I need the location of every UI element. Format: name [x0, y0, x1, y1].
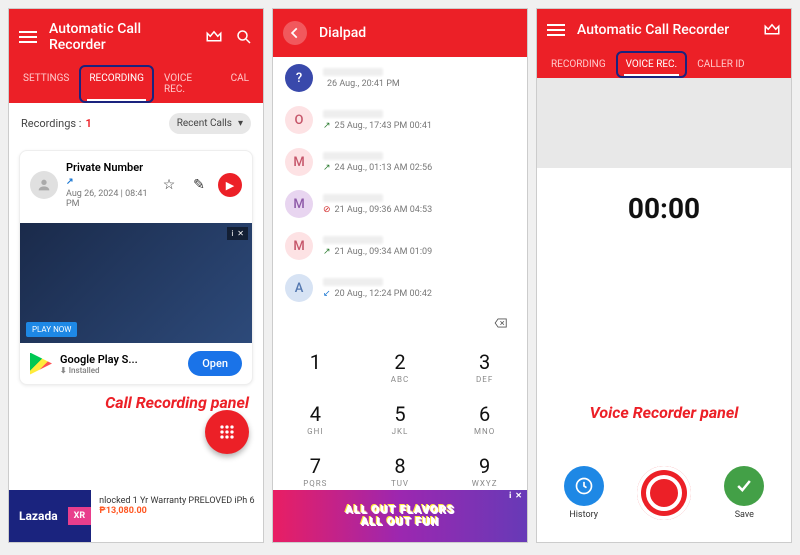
- crown-icon[interactable]: [205, 28, 223, 46]
- record-button[interactable]: [637, 466, 691, 520]
- contact-name-blurred: [323, 152, 383, 160]
- tab-recording-3[interactable]: RECORDING: [541, 51, 616, 78]
- recording-card: Private Number ↗ Aug 26, 2024 | 08:41 PM…: [19, 150, 253, 385]
- crown-icon[interactable]: [763, 21, 781, 39]
- key-5[interactable]: 5JKL: [358, 392, 443, 444]
- call-row[interactable]: M ↗21 Aug., 09:34 AM 01:09: [273, 225, 527, 267]
- call-meta: ↙20 Aug., 12:24 PM 00:42: [323, 289, 515, 299]
- app-title-3: Automatic Call Recorder: [577, 22, 751, 38]
- menu-icon[interactable]: [19, 31, 37, 43]
- contact-name-blurred: [323, 110, 383, 118]
- google-play-icon: [30, 353, 52, 375]
- recordings-count: 1: [85, 117, 91, 130]
- waveform-area: [537, 78, 791, 168]
- contact-avatar: M: [285, 190, 313, 218]
- ad-banner-image[interactable]: i✕ PLAY NOW: [20, 223, 252, 343]
- contact-name-blurred: [323, 194, 383, 202]
- contact-avatar: A: [285, 274, 313, 302]
- call-row[interactable]: ? 26 Aug., 20:41 PM: [273, 57, 527, 99]
- key-6[interactable]: 6MNO: [442, 392, 527, 444]
- panel-call-recording: Automatic Call Recorder SETTINGS RECORDI…: [8, 8, 264, 543]
- backspace-icon[interactable]: [491, 315, 511, 334]
- tab-caller[interactable]: CAL: [221, 65, 259, 103]
- key-1[interactable]: 1: [273, 340, 358, 392]
- bottom-ad-banner[interactable]: Lazada XR nlocked 1 Yr Warranty PRELOVED…: [9, 490, 263, 542]
- tab-bar: SETTINGS RECORDING VOICE REC. CAL: [9, 65, 263, 103]
- app-header: Automatic Call Recorder: [9, 9, 263, 65]
- caller-name: Private Number ↗: [66, 161, 150, 187]
- ad-close-icon[interactable]: ✕: [237, 229, 244, 238]
- tab-voice-rec[interactable]: VOICE REC.: [154, 65, 221, 103]
- filter-dropdown[interactable]: Recent Calls ▾: [169, 113, 251, 134]
- search-icon[interactable]: [235, 28, 253, 46]
- chevron-down-icon: ▾: [238, 118, 243, 129]
- call-row[interactable]: A ↙20 Aug., 12:24 PM 00:42: [273, 267, 527, 309]
- contact-name-blurred: [323, 236, 383, 244]
- call-row[interactable]: M ⊘21 Aug., 09:36 AM 04:53: [273, 183, 527, 225]
- key-8[interactable]: 8TUV: [358, 444, 443, 496]
- call-meta: 26 Aug., 20:41 PM: [323, 79, 515, 89]
- key-9[interactable]: 9WXYZ: [442, 444, 527, 496]
- annotation-label-3: Voice Recorder panel: [537, 403, 791, 422]
- key-2[interactable]: 2ABC: [358, 340, 443, 392]
- tab-voice-rec-3[interactable]: VOICE REC.: [616, 51, 688, 78]
- filter-label: Recent Calls: [177, 118, 232, 129]
- contact-avatar: ?: [285, 64, 313, 92]
- key-3[interactable]: 3DEF: [442, 340, 527, 392]
- avatar-icon: [30, 171, 58, 199]
- recording-entry[interactable]: Private Number ↗ Aug 26, 2024 | 08:41 PM…: [20, 151, 252, 219]
- back-button[interactable]: [283, 21, 307, 45]
- open-button[interactable]: Open: [188, 351, 242, 376]
- call-meta: ↗25 Aug., 17:43 PM 00:41: [323, 121, 515, 131]
- tab-recording[interactable]: RECORDING: [79, 65, 154, 103]
- timer-display: 00:00: [537, 192, 791, 225]
- key-4[interactable]: 4GHI: [273, 392, 358, 444]
- call-row[interactable]: M ↗24 Aug., 01:13 AM 02:56: [273, 141, 527, 183]
- play-button[interactable]: ▶: [218, 173, 242, 197]
- save-button[interactable]: Save: [724, 466, 764, 520]
- contact-avatar: M: [285, 148, 313, 176]
- call-row[interactable]: O ↗25 Aug., 17:43 PM 00:41: [273, 99, 527, 141]
- tab-caller-id-3[interactable]: CALLER ID: [687, 51, 754, 78]
- lazada-logo: Lazada: [9, 509, 68, 523]
- app-header-3: Automatic Call Recorder: [537, 9, 791, 51]
- recordings-label: Recordings :: [21, 117, 81, 130]
- dialpad-fab[interactable]: [205, 410, 249, 454]
- ad-title: Google Play S...: [60, 353, 180, 366]
- dialpad-header: Dialpad: [273, 9, 527, 57]
- dialpad-title: Dialpad: [319, 25, 517, 41]
- contact-name-blurred: [323, 68, 383, 76]
- tab-bar-3: RECORDING VOICE REC. CALLER ID: [537, 51, 791, 78]
- edit-icon[interactable]: ✎: [188, 174, 210, 196]
- panel-dialpad: Dialpad ? 26 Aug., 20:41 PMO ↗25 Aug., 1…: [272, 8, 528, 543]
- tab-settings[interactable]: SETTINGS: [13, 65, 79, 103]
- call-meta: Aug 26, 2024 | 08:41 PM: [66, 189, 150, 209]
- ad-install-row: Google Play S... ⬇ Installed Open: [20, 343, 252, 384]
- ad-sub: ⬇ Installed: [60, 366, 180, 375]
- call-meta: ↗21 Aug., 09:34 AM 01:09: [323, 247, 515, 257]
- star-icon[interactable]: ☆: [158, 174, 180, 196]
- contact-avatar: O: [285, 106, 313, 134]
- recordings-bar: Recordings : 1 Recent Calls ▾: [9, 103, 263, 144]
- call-meta: ↗24 Aug., 01:13 AM 02:56: [323, 163, 515, 173]
- outgoing-icon: ↗: [66, 177, 74, 187]
- app-title: Automatic Call Recorder: [49, 21, 193, 53]
- history-button[interactable]: History: [564, 466, 604, 520]
- call-meta: ⊘21 Aug., 09:36 AM 04:53: [323, 205, 515, 215]
- menu-icon[interactable]: [547, 24, 565, 36]
- bottom-ad-banner-2[interactable]: ALL OUT FLAVORS ALL OUT FUN i ✕: [273, 490, 527, 542]
- contact-name-blurred: [323, 278, 383, 286]
- panel-voice-recorder: Automatic Call Recorder RECORDING VOICE …: [536, 8, 792, 543]
- key-7[interactable]: 7PQRS: [273, 444, 358, 496]
- call-history-list: ? 26 Aug., 20:41 PMO ↗25 Aug., 17:43 PM …: [273, 57, 527, 309]
- contact-avatar: M: [285, 232, 313, 260]
- recorder-controls: History Save: [537, 448, 791, 542]
- ad-play-now[interactable]: PLAY NOW: [26, 322, 77, 337]
